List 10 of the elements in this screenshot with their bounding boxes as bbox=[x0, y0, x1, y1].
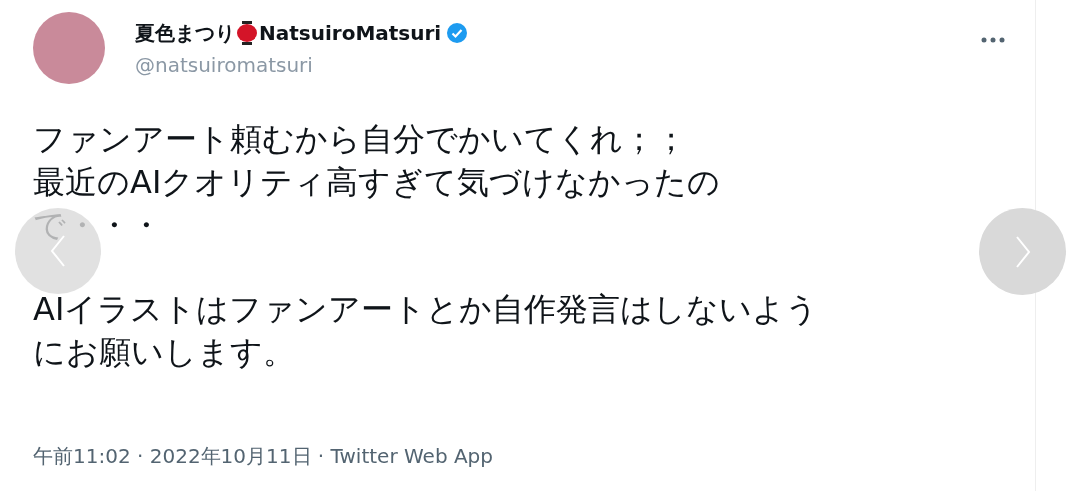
user-name[interactable]: NatsuiroMatsuri bbox=[259, 18, 442, 48]
tweet-text-line: 最近のAIクオリティ高すぎて気づけなかったの bbox=[33, 162, 722, 203]
tweet-text-line: ファンアート頼むから自分でかいてくれ；； bbox=[33, 119, 688, 160]
display-name[interactable]: 夏色まつり bbox=[135, 18, 235, 48]
chevron-right-icon bbox=[1014, 234, 1031, 269]
tweet-timestamp[interactable]: 午前11:02 · 2022年10月11日 · Twitter Web App bbox=[33, 441, 985, 471]
lantern-icon bbox=[237, 21, 257, 45]
tweet-text-line: AIイラストはファンアートとか自作発言はしないよう bbox=[33, 289, 820, 330]
tweet-text-line: にお願いします。 bbox=[33, 332, 296, 373]
more-options-icon[interactable] bbox=[981, 37, 1005, 43]
